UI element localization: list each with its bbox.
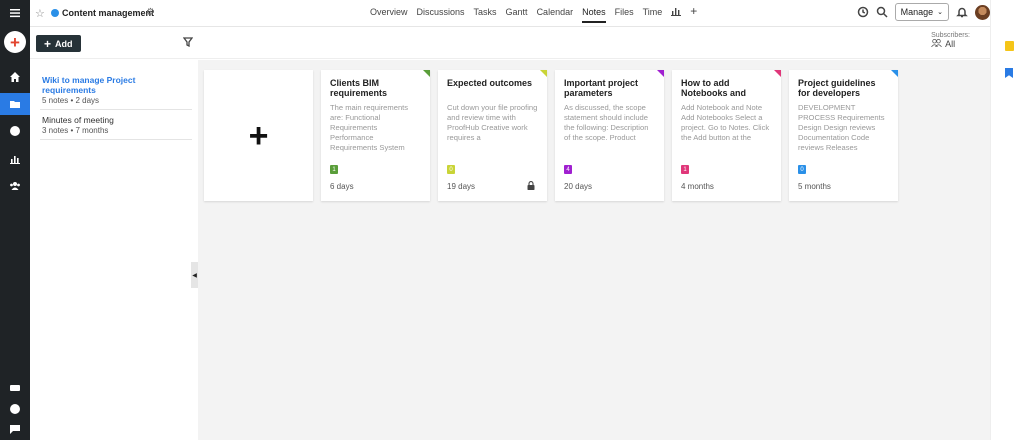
lock-icon: [527, 181, 535, 190]
note-card[interactable]: Important project parameters As discusse…: [555, 70, 664, 201]
tab-files[interactable]: Files: [615, 7, 634, 23]
note-title: Clients BIM requirements: [330, 78, 388, 98]
tab-time[interactable]: Time: [643, 7, 663, 23]
notebook-list: Wiki to manage Project requirements 5 no…: [40, 70, 192, 140]
tab-notes[interactable]: Notes: [582, 7, 606, 23]
favorite-star-icon[interactable]: ☆: [35, 7, 45, 20]
note-updated-time: 20 days: [564, 182, 593, 191]
add-note-card[interactable]: +: [204, 70, 313, 201]
timer-clock-icon[interactable]: [857, 6, 869, 18]
manage-dropdown[interactable]: Manage ⌄: [894, 3, 949, 21]
tab-tasks[interactable]: Tasks: [474, 7, 497, 23]
plus-icon: +: [44, 36, 52, 51]
note-color-corner: [774, 70, 781, 77]
note-comment-count: 0: [447, 165, 455, 174]
user-avatar[interactable]: [975, 4, 990, 20]
notebook-item[interactable]: Minutes of meeting 3 notes • 7 months: [40, 110, 192, 140]
notebook-meta: 5 notes • 2 days: [42, 96, 100, 105]
notebook-meta: 3 notes • 7 months: [42, 126, 109, 135]
subscribers-label: Subscribers:: [931, 32, 970, 39]
note-updated-time: 19 days: [447, 182, 476, 191]
notifications-bell-icon[interactable]: [956, 6, 968, 18]
note-card[interactable]: Project guidelines for developers DEVELO…: [789, 70, 898, 201]
notes-grid: + Clients BIM requirements The main requ…: [198, 60, 990, 440]
notes-toolbar: + Add Subscribers: All: [30, 28, 990, 59]
add-button-label: Add: [55, 38, 73, 49]
project-title[interactable]: Content management: [62, 8, 154, 18]
project-settings-gear-icon[interactable]: ⚙: [146, 7, 155, 18]
keyboard-icon[interactable]: [0, 377, 30, 399]
home-icon[interactable]: [0, 66, 30, 88]
notebook-item[interactable]: Wiki to manage Project requirements 5 no…: [40, 70, 192, 110]
chevron-down-icon: ⌄: [937, 9, 943, 16]
manage-label: Manage: [900, 7, 934, 17]
note-preview: Add Notebook and Note Add Notebooks Sele…: [681, 103, 770, 142]
subscribers-people-icon: [931, 39, 942, 49]
add-tab-button[interactable]: +: [690, 5, 697, 23]
bookmark-icon[interactable]: [1005, 68, 1013, 78]
note-comment-count: 4: [564, 165, 572, 174]
top-right-controls: Manage ⌄: [857, 3, 990, 21]
reports-tab-chart-icon[interactable]: [671, 7, 682, 23]
right-side-rail: [990, 0, 1024, 440]
menu-icon[interactable]: [0, 2, 30, 24]
collapse-sidebar-toggle[interactable]: ◀: [191, 262, 198, 288]
project-tabs: Overview Discussions Tasks Gantt Calenda…: [370, 5, 697, 23]
tab-calendar[interactable]: Calendar: [537, 7, 574, 23]
tab-overview[interactable]: Overview: [370, 7, 408, 23]
top-bar: ☆ Content management ⚙ Overview Discussi…: [30, 0, 990, 27]
note-comment-count: 1: [681, 165, 689, 174]
note-color-corner: [423, 70, 430, 77]
note-preview: The main requirements are: Functional Re…: [330, 103, 409, 152]
sticky-note-icon[interactable]: [1005, 41, 1014, 51]
tab-discussions[interactable]: Discussions: [417, 7, 465, 23]
chat-icon[interactable]: [0, 418, 30, 440]
plus-icon: +: [248, 116, 269, 155]
note-color-corner: [657, 70, 664, 77]
add-button[interactable]: + Add: [36, 35, 81, 52]
reports-chart-icon[interactable]: [0, 148, 30, 170]
notebook-title: Wiki to manage Project requirements: [42, 75, 136, 95]
search-icon[interactable]: [876, 6, 888, 18]
note-color-corner: [891, 70, 898, 77]
notebook-title: Minutes of meeting: [42, 115, 114, 125]
note-card[interactable]: Clients BIM requirements The main requir…: [321, 70, 430, 201]
projects-folder-icon[interactable]: [0, 93, 30, 115]
note-comment-count: 1: [330, 165, 338, 174]
note-preview: DEVELOPMENT PROCESS Requirements Design …: [798, 103, 885, 152]
quick-add-button[interactable]: +: [4, 31, 26, 53]
subscribers[interactable]: Subscribers: All: [931, 32, 970, 49]
note-updated-time: 4 months: [681, 182, 714, 191]
note-preview: As discussed, the scope statement should…: [564, 103, 649, 142]
note-color-corner: [540, 70, 547, 77]
people-icon[interactable]: [0, 175, 30, 197]
project-color-dot: [51, 9, 59, 17]
subscribers-value: All: [945, 39, 956, 49]
note-card[interactable]: How to add Notebooks and notes Add Noteb…: [672, 70, 781, 201]
filter-icon[interactable]: [182, 37, 194, 49]
tab-gantt[interactable]: Gantt: [506, 7, 528, 23]
note-title: Important project parameters: [564, 78, 639, 98]
note-card[interactable]: Expected outcomes Cut down your file pro…: [438, 70, 547, 201]
left-nav-rail: +: [0, 0, 30, 440]
note-title: Expected outcomes: [447, 78, 533, 88]
note-title: Project guidelines for developers: [798, 78, 876, 98]
note-preview: Cut down your file proofing and review t…: [447, 103, 538, 142]
note-title: How to add Notebooks and notes: [681, 78, 747, 100]
note-comment-count: 0: [798, 165, 806, 174]
help-icon[interactable]: [0, 398, 30, 420]
globe-icon[interactable]: [0, 120, 30, 142]
note-updated-time: 6 days: [330, 182, 354, 191]
note-updated-time: 5 months: [798, 182, 831, 191]
